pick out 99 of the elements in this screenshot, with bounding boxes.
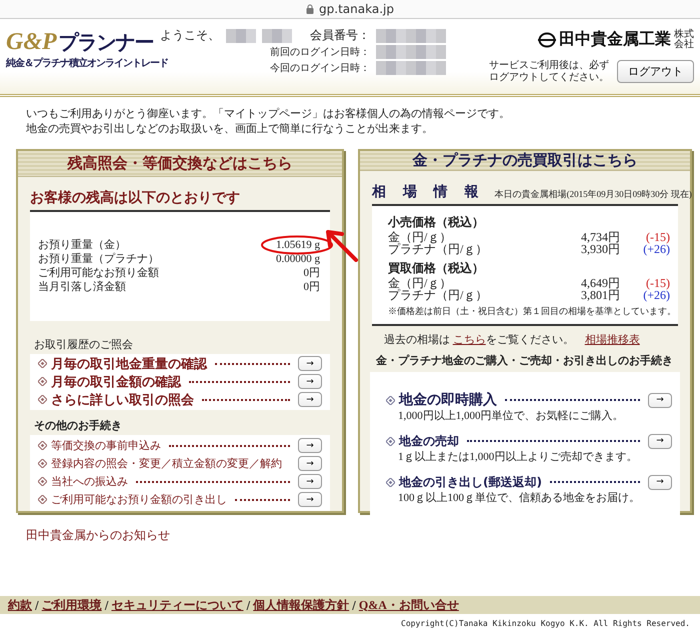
section-heading: その他のお手続き (34, 418, 123, 433)
price-group-title: 小売価格（税込） (388, 214, 485, 231)
company-name: 田中貴金属工業 (559, 29, 671, 50)
lock-icon (306, 4, 314, 14)
bullet-icon (38, 495, 47, 504)
footer-link[interactable]: ご利用環境 (42, 596, 102, 614)
price-change: (-15) (645, 276, 670, 290)
notice-heading: 田中貴金属からのお知らせ (26, 526, 171, 544)
procedure-description: 1ｇ以上または1,000円以上よりご売却できます。 (398, 450, 638, 464)
footer-link[interactable]: 個人情報保護方針 (253, 596, 350, 614)
bullet-icon (386, 396, 395, 405)
current-login-label: 今回のログイン日時： (270, 62, 370, 74)
footer-link[interactable]: Q&A・お問い合せ (358, 596, 459, 614)
section-heading: お客様の残高は以下のとおりです (30, 188, 240, 206)
copyright-text: Copyright(C)Tanaka Kikinzoku Kogyo K.K. All Rights Reserved. (401, 619, 690, 628)
intro-text: 地金の売買やお引出しなどのお取扱いを、画面上で簡単に行なうことが出来ます。 (26, 122, 434, 137)
balance-label: 当月引落し済金額 (38, 280, 126, 295)
price-chart-link[interactable]: 相場推移表 (584, 334, 640, 346)
member-number-label: 会員番号： (310, 29, 370, 43)
logo-tagline: 純金＆プラチナ積立オンライントレード (6, 56, 169, 70)
metal-label: プラチナ（円/ｇ） (388, 289, 488, 302)
go-button[interactable]: → (298, 492, 322, 508)
price-change: (+26) (642, 243, 670, 256)
logo-text: プランナー (58, 29, 154, 56)
company-suffix: 株式会社 (674, 30, 694, 50)
footer-link[interactable]: 約款 (8, 596, 32, 614)
price-change: (-15) (645, 230, 670, 244)
go-button[interactable]: → (648, 392, 672, 408)
here-link[interactable]: こちら (452, 334, 486, 346)
price-change: (+26) (642, 289, 670, 302)
balance-label: ご利用可能なお預り金額 (38, 266, 159, 280)
bullet-icon (386, 478, 395, 487)
menu-link[interactable]: 月毎の取引地金重量の確認 (51, 354, 207, 373)
logout-button[interactable]: ログアウト (617, 60, 694, 83)
market-date-note: 本日の貴金属相場(2015年09月30日09時30分 現在) (494, 188, 692, 201)
price-value: 4,734円 (580, 230, 620, 244)
metal-label: プラチナ（円/ｇ） (388, 243, 488, 256)
procedure-description: 1,000円以上1,000円単位で、お気軽にご購入。 (398, 409, 624, 424)
menu-link[interactable]: ご利用可能なお預り金額の引き出し (51, 492, 227, 508)
blurred-text (376, 29, 446, 43)
go-button[interactable]: → (298, 356, 322, 372)
panel-title: 残高照会・等価交換などはこちら (68, 154, 292, 173)
price-value: 4,649円 (580, 276, 620, 290)
procedure-link[interactable]: 地金の引き出し(郵送返却) (399, 474, 542, 491)
go-button[interactable]: → (298, 438, 322, 454)
intro-text: いつもご利用ありがとう御座います。「マイトップページ」はお客様個人の為の情報ページです。 (26, 107, 511, 122)
past-prices-text: 過去の相場は こちら をご覧ください。 相場推移表 (384, 333, 641, 348)
balance-label: お預り重量（プラチナ） (38, 252, 159, 266)
blurred-text (262, 29, 292, 43)
blurred-text (376, 61, 446, 75)
blurred-text (226, 29, 256, 43)
metal-label: 金（円/ｇ） (388, 230, 452, 244)
price-group-title: 買取価格（税込） (388, 260, 485, 277)
price-value: 3,930円 (580, 243, 620, 256)
balance-value: 0円 (304, 280, 320, 295)
link-separator: / (104, 598, 108, 612)
bullet-icon (38, 377, 47, 386)
link-separator: / (246, 598, 250, 612)
section-heading: 相 場 情 報 (372, 182, 485, 201)
section-heading: お取引履歴のご照会 (34, 336, 134, 352)
procedure-description: 100ｇ以上100ｇ単位で、信頼ある地金をお届け。 (398, 491, 641, 506)
metal-label: 金（円/ｇ） (388, 276, 452, 290)
go-button[interactable]: → (648, 434, 672, 449)
bullet-icon (386, 436, 395, 446)
procedure-link[interactable]: 地金の即時購入 (399, 391, 497, 410)
section-heading: 金・プラチナ地金のご購入・ご売却・お引き出しのお手続き (376, 353, 674, 368)
welcome-text: ようこそ、 (160, 29, 220, 43)
logo-mark: G&P (6, 29, 57, 56)
menu-link[interactable]: さらに詳しい取引の照会 (51, 390, 194, 409)
footer-link[interactable]: セキュリティーについて (111, 596, 244, 614)
link-separator: / (352, 598, 356, 612)
link-separator: / (35, 598, 39, 612)
last-login-label: 前回のログイン日時： (270, 46, 370, 58)
address-bar-url[interactable]: gp.tanaka.jp (319, 2, 394, 16)
go-button[interactable]: → (648, 474, 672, 490)
bullet-icon (38, 459, 47, 468)
balance-value: 1.05619 g (276, 238, 320, 252)
panel-title: 金・プラチナの売買取引はこちら (412, 150, 638, 170)
bullet-icon (38, 477, 47, 486)
menu-link[interactable]: 当社への振込み (51, 474, 128, 490)
menu-link[interactable]: 月毎の取引金額の確認 (51, 372, 181, 391)
company-logo-icon (538, 32, 556, 48)
go-button[interactable]: → (298, 456, 322, 472)
balance-label: お預り重量（金） (38, 238, 126, 252)
blurred-text (376, 45, 446, 59)
menu-link[interactable]: 等価交換の事前申込み (51, 438, 161, 454)
go-button[interactable]: → (298, 392, 322, 408)
go-button[interactable]: → (298, 474, 322, 490)
balance-value: 0.00000 g (276, 252, 320, 266)
procedure-link[interactable]: 地金の売却 (399, 432, 459, 450)
go-button[interactable]: → (298, 374, 322, 390)
bullet-icon (38, 441, 47, 450)
menu-link[interactable]: 登録内容の照会・変更／積立金額の変更／解約 (51, 456, 282, 472)
price-value: 3,801円 (580, 289, 620, 302)
logout-note: サービスご利用後は、必ずログアウトしてください。 (489, 60, 610, 83)
price-footnote: ※価格差は前日（土・祝日含む）第１回目の相場を基準としています。 (388, 305, 670, 318)
bullet-icon (38, 395, 47, 404)
balance-value: 0円 (304, 266, 320, 280)
bullet-icon (38, 359, 47, 368)
